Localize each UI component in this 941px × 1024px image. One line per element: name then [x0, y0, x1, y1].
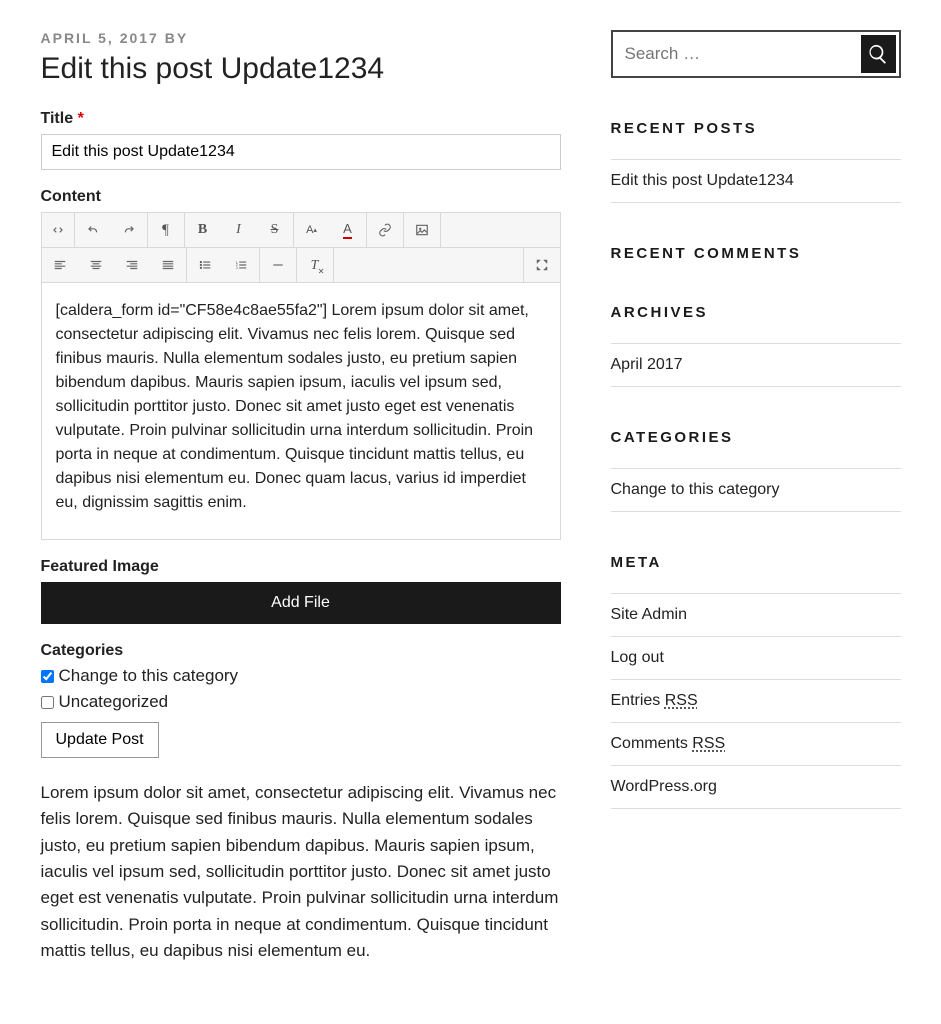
clear-format-icon[interactable]: T✕ [297, 248, 333, 282]
main-content: APRIL 5, 2017 BY Edit this post Update12… [41, 30, 561, 964]
category-label: Uncategorized [59, 692, 169, 712]
redo-icon[interactable] [111, 213, 147, 247]
post-by-label: BY [165, 30, 188, 46]
featured-image-group: Featured Image Add File [41, 558, 561, 624]
post-meta: APRIL 5, 2017 BY [41, 30, 561, 46]
sidebar: RECENT POSTS Edit this post Update1234 R… [611, 30, 901, 964]
title-input[interactable] [41, 134, 561, 170]
rich-text-editor: ¶ B I S A▴ A [41, 212, 561, 540]
strikethrough-icon[interactable]: S [257, 213, 293, 247]
search-icon [867, 43, 889, 65]
search-button[interactable] [861, 35, 896, 73]
widget-item[interactable]: Log out [611, 636, 901, 679]
svg-text:3: 3 [235, 266, 237, 270]
paragraph-format-icon[interactable]: ¶ [148, 213, 184, 247]
category-checkbox[interactable] [41, 670, 54, 683]
category-item: Change to this category [41, 666, 561, 686]
category-item: Uncategorized [41, 692, 561, 712]
post-date: APRIL 5, 2017 [41, 30, 159, 46]
search-input[interactable] [613, 32, 858, 76]
align-left-icon[interactable] [42, 248, 78, 282]
unordered-list-icon[interactable] [187, 248, 223, 282]
add-file-button[interactable]: Add File [41, 582, 561, 624]
image-icon[interactable] [404, 213, 440, 247]
widget-title: ARCHIVES [611, 304, 901, 321]
recent-posts-widget: RECENT POSTS Edit this post Update1234 [611, 120, 901, 203]
align-right-icon[interactable] [114, 248, 150, 282]
text-color-icon[interactable]: A [330, 213, 366, 247]
archives-widget: ARCHIVES April 2017 [611, 304, 901, 387]
align-justify-icon[interactable] [150, 248, 186, 282]
update-post-button[interactable]: Update Post [41, 722, 159, 758]
align-center-icon[interactable] [78, 248, 114, 282]
bold-icon[interactable]: B [185, 213, 221, 247]
editor-toolbar-row-2: 123 T✕ [42, 248, 560, 283]
widget-item[interactable]: Site Admin [611, 593, 901, 636]
featured-image-label: Featured Image [41, 558, 561, 576]
widget-item[interactable]: Entries RSS [611, 679, 901, 722]
widget-title: CATEGORIES [611, 429, 901, 446]
categories-widget: CATEGORIES Change to this category [611, 429, 901, 512]
content-label: Content [41, 188, 561, 206]
link-icon[interactable] [367, 213, 403, 247]
post-body-text: Lorem ipsum dolor sit amet, consectetur … [41, 780, 561, 964]
recent-comments-widget: RECENT COMMENTS [611, 245, 901, 262]
editor-toolbar-row-1: ¶ B I S A▴ A [42, 213, 560, 248]
meta-widget: META Site Admin Log out Entries RSS Comm… [611, 554, 901, 809]
ordered-list-icon[interactable]: 123 [223, 248, 259, 282]
fullscreen-icon[interactable] [524, 248, 560, 282]
widget-item[interactable]: April 2017 [611, 343, 901, 387]
horizontal-rule-icon[interactable] [260, 248, 296, 282]
widget-title: RECENT POSTS [611, 120, 901, 137]
font-size-icon[interactable]: A▴ [294, 213, 330, 247]
category-label: Change to this category [59, 666, 239, 686]
widget-item[interactable]: WordPress.org [611, 765, 901, 809]
required-marker: * [78, 110, 84, 127]
widget-title: RECENT COMMENTS [611, 245, 901, 262]
categories-group: Categories Change to this category Uncat… [41, 642, 561, 758]
search-form [611, 30, 901, 78]
code-view-icon[interactable] [42, 213, 74, 247]
widget-item[interactable]: Edit this post Update1234 [611, 159, 901, 203]
page-title: Edit this post Update1234 [41, 52, 561, 86]
widget-item[interactable]: Change to this category [611, 468, 901, 512]
editor-textarea[interactable]: [caldera_form id="CF58e4c8ae55fa2"] Lore… [42, 283, 560, 539]
widget-title: META [611, 554, 901, 571]
italic-icon[interactable]: I [221, 213, 257, 247]
undo-icon[interactable] [75, 213, 111, 247]
categories-label: Categories [41, 642, 561, 660]
title-label: Title * [41, 110, 561, 128]
category-checkbox[interactable] [41, 696, 54, 709]
widget-item[interactable]: Comments RSS [611, 722, 901, 765]
content-field-group: Content ¶ B I S [41, 188, 561, 540]
title-field-group: Title * [41, 110, 561, 170]
